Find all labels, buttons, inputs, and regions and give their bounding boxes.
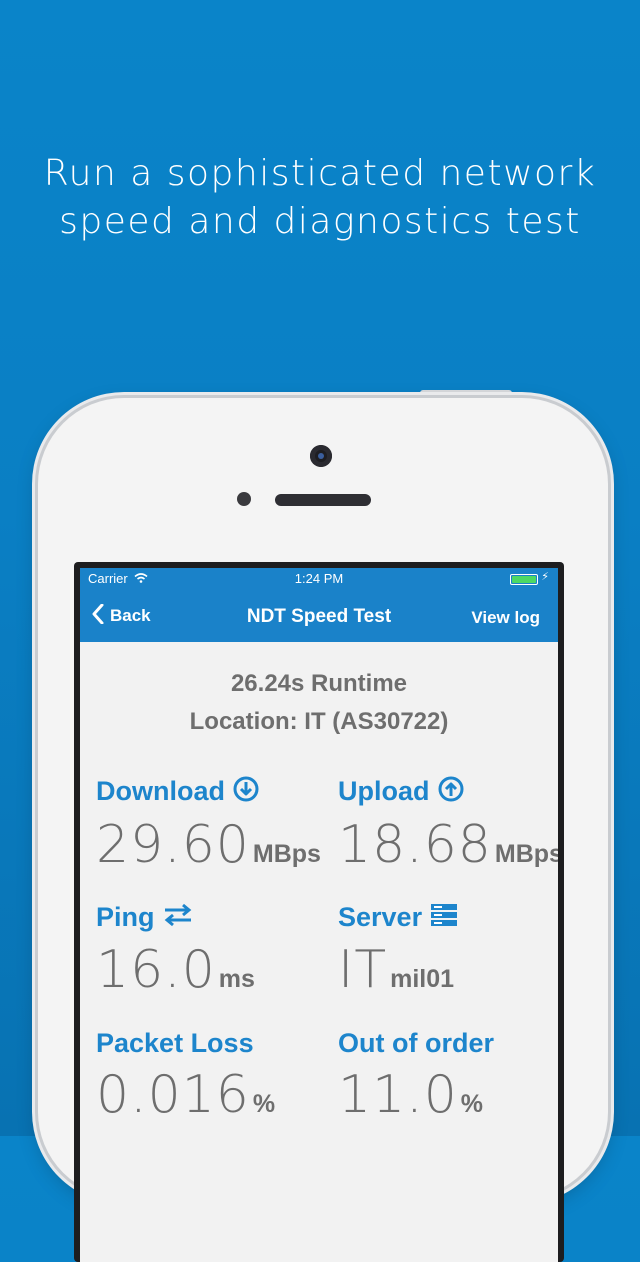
out-of-order-number: 11.0: [338, 1065, 458, 1125]
ping-unit: ms: [218, 965, 255, 994]
packet-loss-metric: Packet Loss 0.016%: [96, 1028, 326, 1125]
power-button: [420, 390, 512, 398]
charging-bolt-icon: ⚡: [541, 570, 549, 583]
view-log-button[interactable]: View log: [471, 608, 540, 628]
download-value: 29.60 MBps: [96, 815, 326, 875]
server-icon: [430, 903, 458, 934]
out-of-order-value: 11.0%: [338, 1065, 558, 1125]
download-number: 29.60: [96, 815, 250, 876]
packet-loss-value: 0.016%: [96, 1065, 326, 1125]
server-unit: mil01: [390, 965, 455, 994]
earpiece-speaker: [275, 494, 371, 506]
ping-label-text: Ping: [96, 902, 155, 932]
out-of-order-label: Out of order: [338, 1028, 494, 1058]
headline: Run a sophisticated network speed and di…: [0, 150, 640, 246]
nav-row: Back NDT Speed Test View log: [80, 596, 558, 636]
headline-line-2: speed and diagnostics test: [59, 201, 581, 242]
upload-value: 18.68 MBps: [338, 815, 558, 875]
download-unit: MBps: [252, 840, 321, 869]
battery-icon: [510, 574, 538, 585]
headline-line-1: Run a sophisticated network: [43, 153, 597, 194]
upload-metric: Upload 18.68 MBps: [338, 776, 558, 875]
packet-loss-unit: %: [252, 1090, 276, 1118]
server-number: IT: [338, 940, 388, 1001]
server-label: Server: [338, 902, 558, 934]
phone-screen: Carrier 1:24 PM ⚡ Back NDT Speed Test Vi…: [74, 562, 564, 1262]
packet-loss-label: Packet Loss: [96, 1028, 254, 1058]
phone-frame: Carrier 1:24 PM ⚡ Back NDT Speed Test Vi…: [38, 398, 608, 1262]
upload-unit: MBps: [494, 840, 558, 869]
download-label-text: Download: [96, 776, 225, 806]
arrow-up-circle-icon: [438, 776, 464, 809]
arrow-down-circle-icon: [233, 776, 259, 809]
ping-value: 16.0 ms: [96, 940, 326, 1000]
navigation-bar: Carrier 1:24 PM ⚡ Back NDT Speed Test Vi…: [80, 568, 558, 642]
front-camera: [310, 445, 332, 467]
swap-arrows-icon: [163, 903, 193, 934]
app-display: Carrier 1:24 PM ⚡ Back NDT Speed Test Vi…: [80, 568, 558, 1262]
status-time: 1:24 PM: [294, 571, 344, 586]
server-metric: Server IT mil01: [338, 902, 558, 1000]
download-metric: Download 29.60 MBps: [96, 776, 326, 875]
out-of-order-metric: Out of order 11.0%: [338, 1028, 558, 1125]
ping-number: 16.0: [96, 940, 216, 1001]
ping-metric: Ping 16.0 ms: [96, 902, 326, 1000]
packet-loss-number: 0.016: [96, 1065, 250, 1125]
runtime-text: 26.24s Runtime: [230, 670, 408, 697]
upload-number: 18.68: [338, 815, 492, 876]
upload-label-text: Upload: [338, 776, 430, 806]
server-value: IT mil01: [338, 940, 558, 1000]
ping-label: Ping: [96, 902, 326, 934]
results-content: 26.24s Runtime Location: IT (AS30722): [80, 642, 558, 736]
proximity-sensor: [237, 492, 251, 506]
server-label-text: Server: [338, 902, 423, 932]
location-text: Location: IT (AS30722): [189, 708, 449, 735]
status-bar: Carrier 1:24 PM ⚡: [80, 568, 558, 588]
upload-label: Upload: [338, 776, 558, 809]
out-of-order-unit: %: [460, 1090, 484, 1118]
download-label: Download: [96, 776, 326, 809]
